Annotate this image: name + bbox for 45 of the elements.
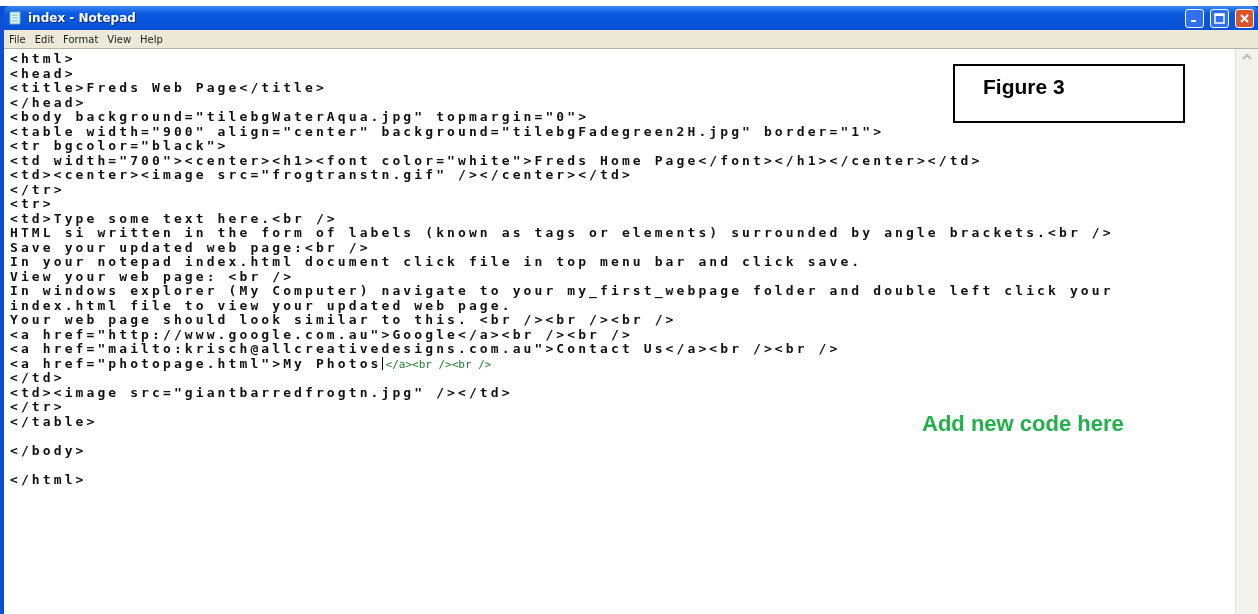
- maximize-button[interactable]: [1210, 8, 1229, 28]
- code-line: </tr>: [10, 182, 65, 197]
- annotation-note: Add new code here: [922, 411, 1124, 437]
- code-line: View your web page: <br />: [10, 269, 295, 284]
- code-line: <td><center><image src="frogtranstn.gif" /></center></td>: [10, 168, 633, 183]
- code-line: </td>: [10, 371, 65, 386]
- menu-item[interactable]: File: [9, 33, 26, 45]
- code-line: <td width="700"><center><h1><font color="white">Freds Home Page</font></h1></center></td>: [10, 153, 983, 168]
- added-code: </a><br /><br />: [385, 357, 492, 372]
- code-line: <td><image src="giantbarredfrogtn.jpg" /></td>: [10, 385, 513, 400]
- code-line: Your web page should look similar to this. <br /><br /><br />: [10, 313, 677, 328]
- code-line: </head>: [10, 95, 87, 110]
- menu-item[interactable]: Format: [63, 33, 99, 45]
- notepad-icon: [8, 11, 22, 25]
- code-line: In your notepad index.html document click file in top menu bar and click save.: [10, 255, 863, 269]
- code-line: <a href="mailto:krisch@allcreativedesigns.com.au">Contact Us</a><br /><br />: [10, 342, 841, 357]
- close-button[interactable]: [1235, 8, 1254, 28]
- menu-item[interactable]: View: [107, 33, 132, 45]
- code-line: <a href="photopage.html">My Photos: [10, 356, 382, 371]
- minimize-button[interactable]: [1185, 8, 1204, 28]
- code-line: <a href="http://www.google.com.au">Google</a><br /><br />: [10, 327, 633, 342]
- code-line: </html>: [10, 472, 87, 487]
- code-line: <tr>: [10, 197, 54, 212]
- code-line: <tr bgcolor="black">: [10, 139, 229, 153]
- code-line: </body>: [10, 443, 87, 458]
- code-line: <title>Freds Web Page</title>: [10, 81, 327, 96]
- minimize-icon: [1190, 20, 1196, 22]
- code-line: index.html file to view your updated web page.: [10, 298, 513, 313]
- code-line: <body background="tilebgWaterAqua.jpg" topmargin="0">: [10, 110, 590, 124]
- maximize-icon: [1214, 12, 1225, 24]
- code-line: HTML si written in the form of labels (known as tags or elements) surrounded by angle brackets.<br />: [10, 226, 1114, 241]
- code-line: <html>: [10, 52, 76, 67]
- close-icon: [1239, 12, 1250, 24]
- code-line: <table width="900" align="center" background="tilebgFadegreen2H.jpg" border="1">: [10, 124, 885, 139]
- code-line: </table>: [10, 414, 98, 429]
- scrollbar[interactable]: [1235, 49, 1258, 614]
- menu-item[interactable]: Edit: [34, 33, 55, 45]
- code-line: <head>: [10, 66, 76, 81]
- code-line: Save your updated web page:<br />: [10, 240, 371, 255]
- window-title: index - Notepad: [28, 11, 137, 25]
- code-line: </tr>: [10, 400, 65, 415]
- code-line: In windows explorer (My Computer) navigate to your my_first_webpage folder and double left click your: [10, 284, 1114, 299]
- code-line: <td>Type some text here.<br />: [10, 211, 338, 226]
- figure-label: Figure 3: [953, 64, 1185, 123]
- menu-item[interactable]: Help: [140, 33, 163, 45]
